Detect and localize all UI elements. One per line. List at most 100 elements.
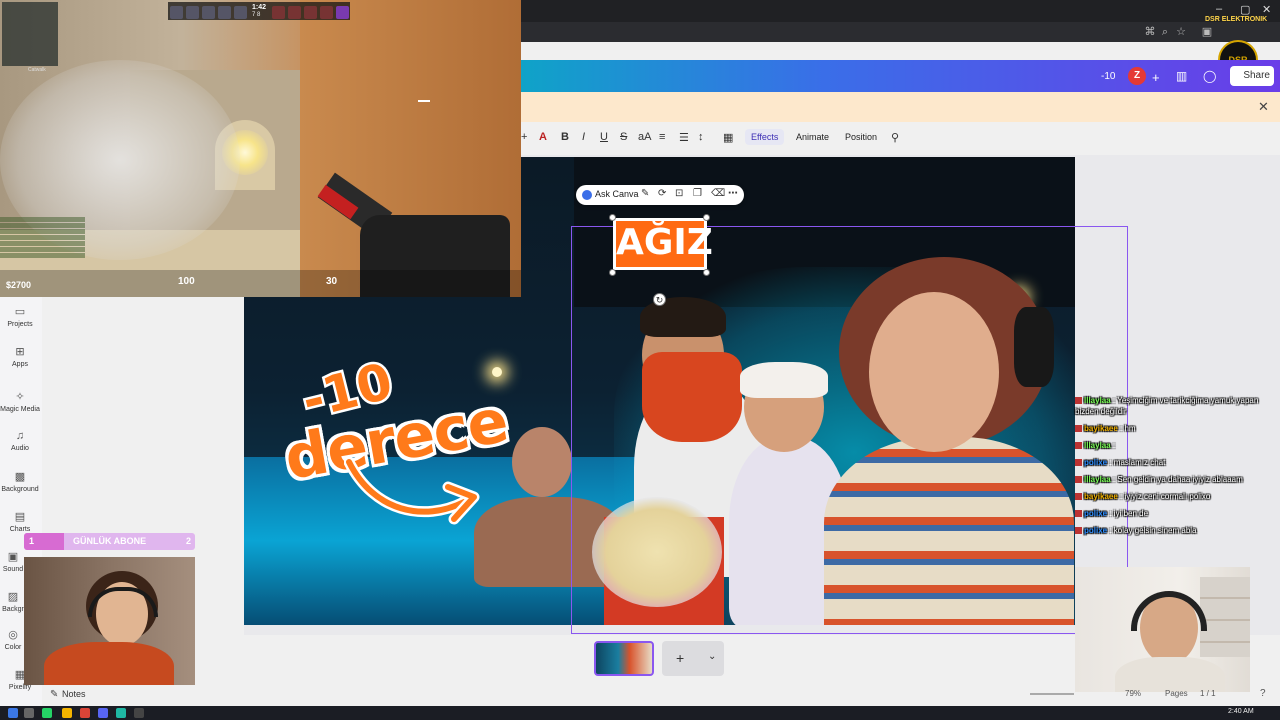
delete-icon[interactable]: ⌫ <box>711 188 725 199</box>
chat-username[interactable]: lllaylaa <box>1084 396 1111 405</box>
position-button[interactable]: Position <box>845 132 877 142</box>
stream-chat: lllaylaa : Yeşimciğim ve tarikciğima yam… <box>1075 395 1280 542</box>
app-icon[interactable] <box>134 708 144 718</box>
copy-style-icon[interactable]: ⚲ <box>891 131 899 144</box>
player-portrait <box>304 6 317 19</box>
sidebar-item-backgr[interactable]: ▨ Backgr <box>0 590 26 613</box>
plus-icon[interactable]: + <box>676 650 684 666</box>
underline-icon[interactable]: U <box>600 131 608 143</box>
search-icon[interactable] <box>24 708 34 718</box>
player-portrait <box>272 6 285 19</box>
notice-banner <box>521 92 1280 122</box>
magic-edit-icon[interactable]: ✎ <box>641 188 649 199</box>
sidebar-item-sound[interactable]: ▣ Sound <box>0 550 26 573</box>
zoom-level[interactable]: 79% <box>1125 689 1141 698</box>
chat-username[interactable]: polixe <box>1084 458 1107 467</box>
insights-chart-icon[interactable]: ▥ <box>1176 69 1187 83</box>
chat-username[interactable]: polixe <box>1084 526 1107 535</box>
toolbar-more-icon[interactable]: + <box>521 131 527 143</box>
transparency-icon[interactable]: ▦ <box>723 131 733 144</box>
avatar[interactable]: Z <box>1128 67 1146 85</box>
chat-username[interactable]: bayikaee <box>1084 424 1118 433</box>
webcam-right <box>1075 567 1250 692</box>
money-display: $2700 <box>6 280 32 290</box>
add-collaborator-icon[interactable]: + <box>1152 70 1160 85</box>
music-note-icon: ♫ <box>15 430 25 442</box>
pages-button[interactable]: Pages <box>1165 689 1188 698</box>
chat-message: polixe : maslamız chat <box>1075 457 1280 468</box>
extensions-icon[interactable]: ▣ <box>1200 25 1214 39</box>
align-center-icon[interactable]: ≡ <box>659 131 665 143</box>
kill-feed-entry <box>0 217 85 222</box>
chat-message: polixe : kolay gelsin sinem abla <box>1075 525 1280 536</box>
lock-icon[interactable]: ⊡ <box>675 188 683 199</box>
whatsapp-icon[interactable] <box>42 708 52 718</box>
game-overlay: Catwalk 1:42 7 8 $2700 100 30 <box>0 0 521 297</box>
player-portrait <box>288 6 301 19</box>
hud-bottom-bar <box>0 270 521 297</box>
sidebar-item-background[interactable]: ▩ Background <box>0 470 40 493</box>
chat-badge-icon <box>1075 442 1082 449</box>
translate-icon[interactable]: ⌘ <box>1143 25 1157 39</box>
zoom-slider[interactable] <box>1030 693 1074 695</box>
ask-canva-button[interactable]: Ask Canva <box>595 189 639 199</box>
list-icon[interactable]: ☰ <box>679 131 689 144</box>
chat-username[interactable]: lllaylaa <box>1084 441 1111 450</box>
resize-handle[interactable] <box>609 269 616 276</box>
effects-button[interactable]: Effects <box>745 129 785 145</box>
spacing-icon[interactable]: ↕ <box>698 131 704 143</box>
text-color-icon[interactable]: A <box>539 131 547 143</box>
help-icon[interactable]: ? <box>1260 688 1266 699</box>
zoom-icon[interactable]: ⌕ <box>1158 25 1172 39</box>
background-icon: ▩ <box>14 471 26 483</box>
resize-handle[interactable] <box>703 269 710 276</box>
chat-username[interactable]: lllaylaa <box>1084 475 1111 484</box>
agiz-text-element[interactable]: AĞIZ <box>613 218 713 270</box>
app-icon[interactable] <box>116 708 126 718</box>
chat-username[interactable]: bayikaee <box>1084 492 1118 501</box>
animate-button[interactable]: Animate <box>796 132 829 142</box>
strikethrough-icon[interactable]: S <box>620 131 627 143</box>
bold-icon[interactable]: B <box>561 131 569 143</box>
italic-icon[interactable]: I <box>582 131 585 143</box>
minimize-button[interactable]: – <box>1216 3 1222 15</box>
letter-case-icon[interactable]: aA <box>638 131 651 143</box>
notes-icon[interactable]: ✎ <box>50 689 58 700</box>
arrow-graphic[interactable] <box>344 457 484 527</box>
maximize-button[interactable]: ▢ <box>1240 3 1250 16</box>
close-icon[interactable]: ✕ <box>1258 99 1269 115</box>
kill-feed-entry <box>0 223 85 228</box>
chevron-down-icon[interactable]: ⌄ <box>708 651 716 662</box>
bookmark-star-icon[interactable]: ☆ <box>1174 25 1188 39</box>
chat-badge-icon <box>1075 397 1082 404</box>
comment-icon[interactable]: ◯ <box>1203 69 1216 83</box>
ammo-display: 30 <box>326 276 338 287</box>
kill-feed-entry <box>0 229 85 234</box>
resize-handle[interactable] <box>703 214 710 221</box>
sidebar-item-projects[interactable]: ▭ Projects <box>0 305 40 328</box>
chat-message: lllaylaa : Yeşimciğim ve tarikciğima yam… <box>1075 395 1280 417</box>
share-button[interactable]: Share <box>1230 66 1274 86</box>
kill-feed-entry <box>0 253 85 258</box>
sidebar-item-charts[interactable]: ▤ Charts <box>0 510 40 533</box>
notes-button[interactable]: Notes <box>62 689 86 699</box>
resize-handle[interactable] <box>609 214 616 221</box>
sidebar-item-magic-media[interactable]: ✧ Magic Media <box>0 390 40 413</box>
refresh-icon[interactable]: ⟳ <box>658 188 666 199</box>
more-options-icon[interactable]: ⋯ <box>728 188 738 199</box>
canva-ai-icon[interactable] <box>582 190 592 200</box>
rotate-handle-icon[interactable]: ↻ <box>653 293 666 306</box>
discord-icon[interactable] <box>98 708 108 718</box>
folder-icon[interactable] <box>62 708 72 718</box>
page-thumbnail[interactable] <box>594 641 654 676</box>
start-icon[interactable] <box>8 708 18 718</box>
chrome-icon[interactable] <box>80 708 90 718</box>
close-window-button[interactable]: ✕ <box>1262 3 1271 16</box>
sidebar-item-audio[interactable]: ♫ Audio <box>0 430 40 452</box>
duplicate-icon[interactable]: ❐ <box>693 188 702 199</box>
sidebar-item-apps[interactable]: ⊞ Apps <box>0 345 40 368</box>
sidebar-item-color[interactable]: ◎ Color <box>0 628 26 651</box>
chat-username[interactable]: polixe <box>1084 509 1107 518</box>
chat-text: : maslamız chat <box>1107 458 1166 467</box>
header-count: -10 <box>1101 71 1116 82</box>
